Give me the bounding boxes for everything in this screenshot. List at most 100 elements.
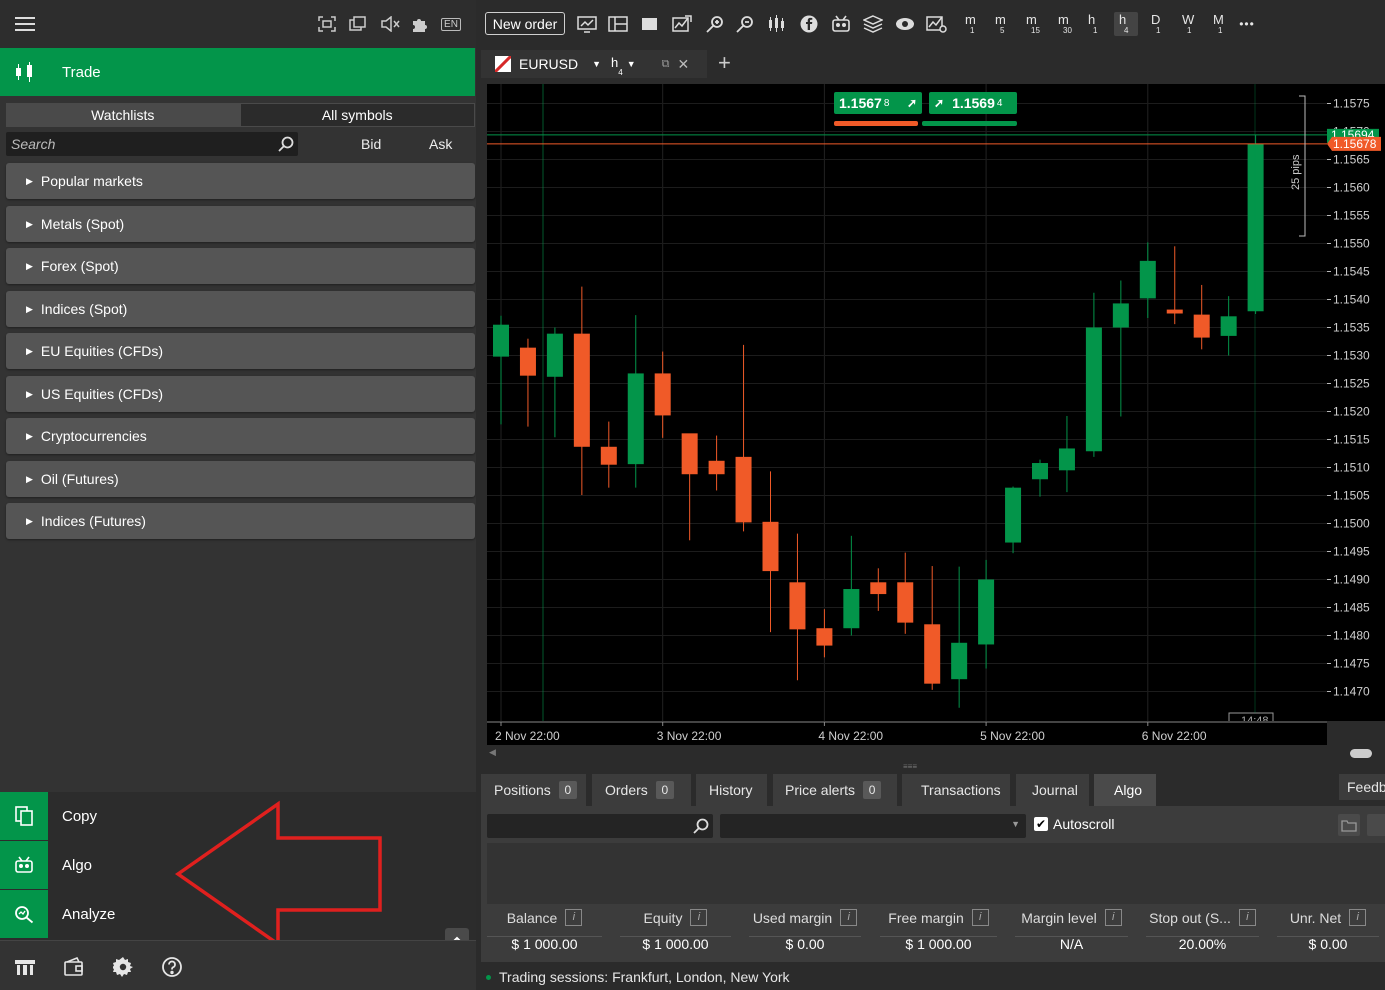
- candle[interactable]: [978, 559, 995, 669]
- tab-positions[interactable]: Positions 0: [481, 774, 586, 806]
- more-options-icon[interactable]: •••: [1236, 14, 1258, 34]
- candle[interactable]: [816, 609, 833, 658]
- timeframe-m5[interactable]: m5: [990, 12, 1014, 36]
- info-icon[interactable]: i: [565, 909, 583, 926]
- category-indices-spot[interactable]: ▶ Indices (Spot): [6, 291, 475, 327]
- candle[interactable]: [951, 566, 968, 708]
- store-icon[interactable]: [13, 955, 37, 979]
- timeframe-m30[interactable]: m 30: [1053, 12, 1077, 36]
- timeframe-m1[interactable]: m1: [960, 12, 984, 36]
- timeframe-dropdown-icon[interactable]: ▼: [627, 59, 636, 69]
- facebook-icon[interactable]: [798, 14, 820, 34]
- timeframe-h1[interactable]: h1: [1083, 12, 1107, 36]
- language-selector[interactable]: EN: [440, 14, 462, 34]
- chart-settings-icon[interactable]: [926, 14, 948, 34]
- settings-gear-icon[interactable]: [111, 955, 135, 979]
- autoscroll-checkbox[interactable]: ✔ Autoscroll: [1034, 816, 1114, 832]
- candle[interactable]: [735, 344, 752, 532]
- refresh-icon[interactable]: [1367, 814, 1385, 836]
- price-axis[interactable]: 1.15751.15701.15651.15601.15551.15501.15…: [1327, 84, 1385, 721]
- sound-icon[interactable]: [380, 14, 402, 34]
- chart-type-icon[interactable]: [576, 14, 598, 34]
- category-popular-markets[interactable]: ▶ Popular markets: [6, 163, 475, 199]
- symbol-search-input[interactable]: [11, 135, 271, 153]
- info-icon[interactable]: i: [840, 909, 858, 926]
- add-chart-button[interactable]: +: [718, 50, 731, 76]
- candle[interactable]: [546, 327, 563, 438]
- candle[interactable]: [1166, 246, 1183, 325]
- eye-icon[interactable]: [894, 14, 916, 34]
- wallet-icon[interactable]: [62, 955, 86, 979]
- indicators-icon[interactable]: [671, 14, 693, 34]
- category-us-equities[interactable]: ▶ US Equities (CFDs): [6, 376, 475, 412]
- tab-watchlists[interactable]: Watchlists: [6, 103, 240, 127]
- chart-timeframe[interactable]: h4: [611, 55, 623, 77]
- resize-handle-icon[interactable]: ≡≡≡: [903, 763, 933, 771]
- time-axis[interactable]: 2 Nov 22:00 3 Nov 22:00 4 Nov 22:00 5 Nov 2…: [487, 721, 1327, 745]
- search-icon[interactable]: [693, 818, 709, 834]
- help-icon[interactable]: [160, 955, 184, 979]
- layout-icon[interactable]: [607, 14, 629, 34]
- candle[interactable]: [1112, 280, 1129, 417]
- info-icon[interactable]: i: [971, 909, 989, 926]
- hamburger-menu-icon[interactable]: [14, 14, 36, 34]
- buy-quote-button[interactable]: ➚ 1.1569 4: [929, 92, 1017, 114]
- candle[interactable]: [1139, 242, 1156, 318]
- timeframe-W1[interactable]: W1: [1177, 12, 1201, 36]
- window-icon[interactable]: [639, 14, 661, 34]
- info-icon[interactable]: i: [690, 909, 708, 926]
- candle[interactable]: [1005, 486, 1022, 554]
- candle[interactable]: [1058, 415, 1075, 493]
- tab-history[interactable]: History: [696, 774, 767, 806]
- symbol-dropdown-icon[interactable]: ▼: [592, 59, 601, 69]
- category-eu-equities[interactable]: ▶ EU Equities (CFDs): [6, 333, 475, 369]
- candle[interactable]: [1193, 284, 1210, 350]
- timeframe-h4[interactable]: h4: [1114, 12, 1138, 36]
- category-oil-futures[interactable]: ▶ Oil (Futures): [6, 461, 475, 497]
- candle[interactable]: [924, 566, 941, 690]
- tab-orders[interactable]: Orders 0: [592, 774, 691, 806]
- candle[interactable]: [493, 315, 509, 425]
- tab-transactions[interactable]: Transactions: [902, 774, 1010, 806]
- candle[interactable]: [1220, 296, 1237, 356]
- algo-instance-select[interactable]: ▼: [720, 814, 1026, 838]
- tab-all-symbols[interactable]: All symbols: [239, 103, 475, 127]
- candle[interactable]: [654, 351, 671, 438]
- timeframe-D1[interactable]: D1: [1146, 12, 1170, 36]
- category-cryptocurrencies[interactable]: ▶ Cryptocurrencies: [6, 418, 475, 454]
- fullscreen-icon[interactable]: [317, 14, 337, 34]
- candle[interactable]: [1032, 459, 1048, 497]
- candle[interactable]: [870, 568, 887, 611]
- search-icon[interactable]: [278, 136, 294, 155]
- algo-search-input[interactable]: [487, 814, 713, 838]
- algo-robot-icon[interactable]: [830, 14, 852, 34]
- category-metals-spot[interactable]: ▶ Metals (Spot): [6, 206, 475, 242]
- trade-section-header[interactable]: Trade: [0, 48, 475, 96]
- category-forex-spot[interactable]: ▶ Forex (Spot): [6, 248, 475, 284]
- detach-window-icon[interactable]: [348, 14, 368, 34]
- category-indices-futures[interactable]: ▶ Indices (Futures): [6, 503, 475, 539]
- info-icon[interactable]: i: [1238, 909, 1256, 926]
- sell-quote-button[interactable]: 1.1567 8 ➚: [834, 92, 922, 114]
- tab-journal[interactable]: Journal: [1016, 774, 1089, 806]
- scroll-thumb[interactable]: [1350, 749, 1372, 758]
- candle[interactable]: [600, 421, 617, 488]
- tab-feedback[interactable]: Feedb: [1339, 774, 1385, 800]
- candle[interactable]: [573, 286, 590, 495]
- chart-tab-eurusd[interactable]: EURUSD ▼ h4 ▼ ⧉ ✕: [481, 50, 707, 78]
- candle[interactable]: [519, 338, 536, 427]
- candle[interactable]: [1247, 134, 1264, 315]
- candle[interactable]: [681, 433, 698, 541]
- candle[interactable]: [789, 533, 806, 681]
- candle[interactable]: [897, 552, 914, 634]
- candle[interactable]: [843, 535, 860, 636]
- candle[interactable]: [627, 315, 644, 488]
- tab-algo[interactable]: Algo: [1094, 774, 1156, 806]
- popout-icon[interactable]: ⧉: [662, 58, 670, 71]
- scroll-left-icon[interactable]: ◀: [489, 747, 496, 758]
- close-tab-icon[interactable]: ✕: [678, 56, 690, 73]
- timeframe-M1[interactable]: M1: [1208, 12, 1232, 36]
- candle[interactable]: [708, 435, 725, 491]
- tab-price-alerts[interactable]: Price alerts 0: [773, 774, 897, 806]
- folder-icon[interactable]: [1338, 814, 1360, 836]
